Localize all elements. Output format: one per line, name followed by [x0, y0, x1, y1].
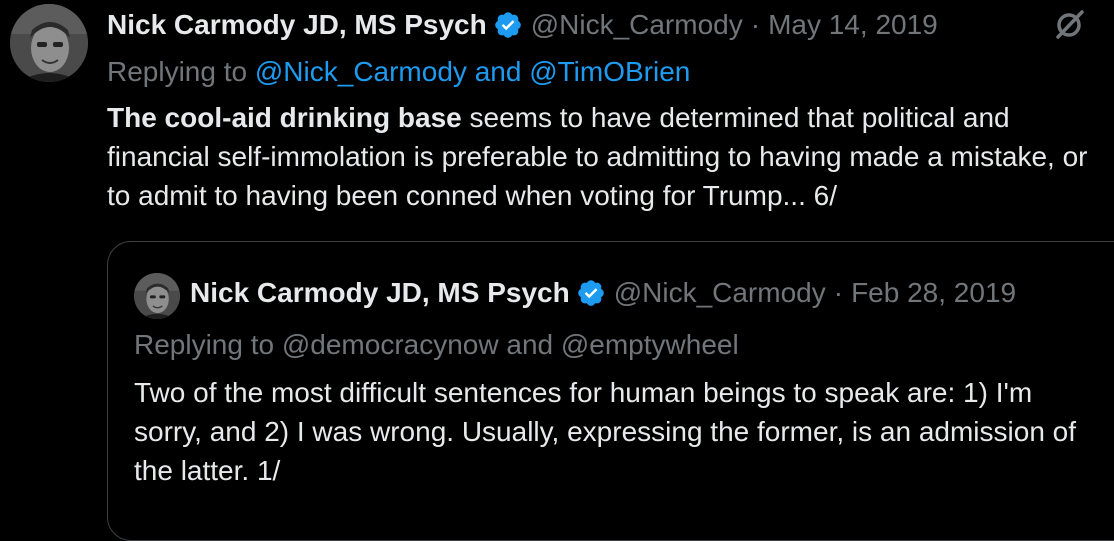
- tweet[interactable]: Nick Carmody JD, MS Psych @Nick_Carmody …: [0, 0, 1114, 541]
- separator-dot: ·: [750, 9, 761, 40]
- quoted-tweet-header: Nick Carmody JD, MS Psych @Nick_Carmody …: [190, 273, 1016, 313]
- replying-to: Replying to @Nick_Carmody and @TimOBrien: [107, 52, 690, 92]
- mention-link-2[interactable]: @TimOBrien: [529, 56, 690, 87]
- quoted-author-handle[interactable]: @Nick_Carmody: [614, 273, 826, 313]
- verified-badge-icon: [493, 10, 523, 40]
- quoted-avatar-photo-icon: [134, 273, 180, 319]
- tweet-header: Nick Carmody JD, MS Psych @Nick_Carmody …: [107, 5, 938, 45]
- quoted-verified-badge-icon: [576, 278, 606, 308]
- quoted-tweet-date[interactable]: Feb 28, 2019: [851, 273, 1016, 313]
- quoted-replying-to: Replying to @democracynow and @emptywhee…: [134, 329, 739, 360]
- mention-link-1[interactable]: @Nick_Carmody: [255, 56, 467, 87]
- tweet-body: The cool-aid drinking base seems to have…: [107, 98, 1107, 215]
- tweet-body-bold: The cool-aid drinking base: [107, 102, 462, 133]
- avatar-photo-icon: [10, 4, 88, 82]
- quoted-author-name[interactable]: Nick Carmody JD, MS Psych: [190, 273, 570, 313]
- author-name[interactable]: Nick Carmody JD, MS Psych: [107, 5, 487, 45]
- author-handle[interactable]: @Nick_Carmody: [531, 5, 743, 45]
- tweet-date[interactable]: May 14, 2019: [768, 5, 938, 45]
- avatar[interactable]: [10, 4, 88, 82]
- quoted-tweet-body: Two of the most difficult sentences for …: [134, 377, 1077, 486]
- quoted-separator-dot: ·: [833, 277, 844, 308]
- replying-to-and[interactable]: and: [475, 56, 522, 87]
- quoted-avatar[interactable]: [134, 273, 180, 319]
- grok-icon[interactable]: [1052, 8, 1086, 42]
- quoted-tweet[interactable]: Nick Carmody JD, MS Psych @Nick_Carmody …: [107, 241, 1114, 541]
- replying-to-prefix: Replying to: [107, 56, 248, 87]
